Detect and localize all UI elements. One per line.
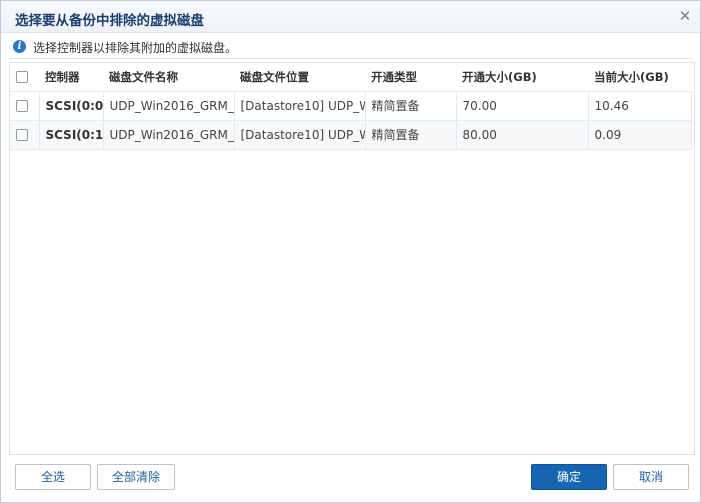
row-checkbox-cell bbox=[10, 120, 40, 150]
column-header-file-name[interactable]: 磁盘文件名称 bbox=[103, 63, 234, 92]
dialog-footer: 全选 全部清除 确定 取消 bbox=[1, 458, 700, 502]
file-location-cell: [Datastore10] UDP_Win bbox=[234, 120, 366, 150]
provision-type-cell: 精简置备 bbox=[365, 120, 457, 150]
disk-grid: 控制器 磁盘文件名称 磁盘文件位置 开通类型 开通大小(GB) 当前大小(GB)… bbox=[9, 62, 695, 455]
info-bar: i 选择控制器以排除其附加的虚拟磁盘。 bbox=[9, 35, 693, 59]
table-row[interactable]: SCSI(0:1) UDP_Win2016_GRM_1 [Datastore10… bbox=[10, 120, 692, 150]
controller-cell: SCSI(0:0) bbox=[39, 91, 104, 121]
current-size-cell: 0.09 bbox=[588, 120, 692, 150]
column-header-provision-type[interactable]: 开通类型 bbox=[365, 63, 456, 92]
row-checkbox[interactable] bbox=[16, 129, 28, 141]
table-row[interactable]: SCSI(0:0) UDP_Win2016_GRM_1 [Datastore10… bbox=[10, 91, 692, 121]
row-checkbox-cell bbox=[10, 91, 40, 121]
clear-all-button[interactable]: 全部清除 bbox=[97, 464, 175, 490]
close-icon[interactable]: ✕ bbox=[676, 7, 694, 25]
table-header-row: 控制器 磁盘文件名称 磁盘文件位置 开通类型 开通大小(GB) 当前大小(GB) bbox=[10, 63, 691, 92]
info-icon: i bbox=[13, 40, 26, 53]
provisioned-size-cell: 80.00 bbox=[456, 120, 589, 150]
column-header-controller[interactable]: 控制器 bbox=[39, 63, 103, 92]
select-all-button[interactable]: 全选 bbox=[15, 464, 91, 490]
select-all-checkbox[interactable] bbox=[16, 71, 28, 84]
row-checkbox[interactable] bbox=[16, 100, 28, 112]
file-name-cell: UDP_Win2016_GRM_1 bbox=[103, 120, 235, 150]
dialog-titlebar: 选择要从备份中排除的虚拟磁盘 ✕ bbox=[1, 1, 700, 33]
file-location-cell: [Datastore10] UDP_Win bbox=[234, 91, 366, 121]
cancel-button[interactable]: 取消 bbox=[613, 464, 689, 490]
ok-button[interactable]: 确定 bbox=[531, 464, 607, 490]
column-header-current-size[interactable]: 当前大小(GB) bbox=[588, 63, 691, 92]
exclude-disks-dialog: 选择要从备份中排除的虚拟磁盘 ✕ i 选择控制器以排除其附加的虚拟磁盘。 控制器… bbox=[0, 0, 701, 503]
header-checkbox-cell bbox=[10, 63, 39, 92]
controller-cell: SCSI(0:1) bbox=[39, 120, 104, 150]
column-header-file-location[interactable]: 磁盘文件位置 bbox=[234, 63, 365, 92]
provision-type-cell: 精简置备 bbox=[365, 91, 457, 121]
file-name-cell: UDP_Win2016_GRM_1 bbox=[103, 91, 235, 121]
column-header-provisioned-size[interactable]: 开通大小(GB) bbox=[456, 63, 588, 92]
current-size-cell: 10.46 bbox=[588, 91, 692, 121]
dialog-title: 选择要从备份中排除的虚拟磁盘 bbox=[15, 13, 204, 29]
provisioned-size-cell: 70.00 bbox=[456, 91, 589, 121]
info-text: 选择控制器以排除其附加的虚拟磁盘。 bbox=[33, 41, 238, 55]
disk-table: 控制器 磁盘文件名称 磁盘文件位置 开通类型 开通大小(GB) 当前大小(GB)… bbox=[10, 63, 692, 150]
